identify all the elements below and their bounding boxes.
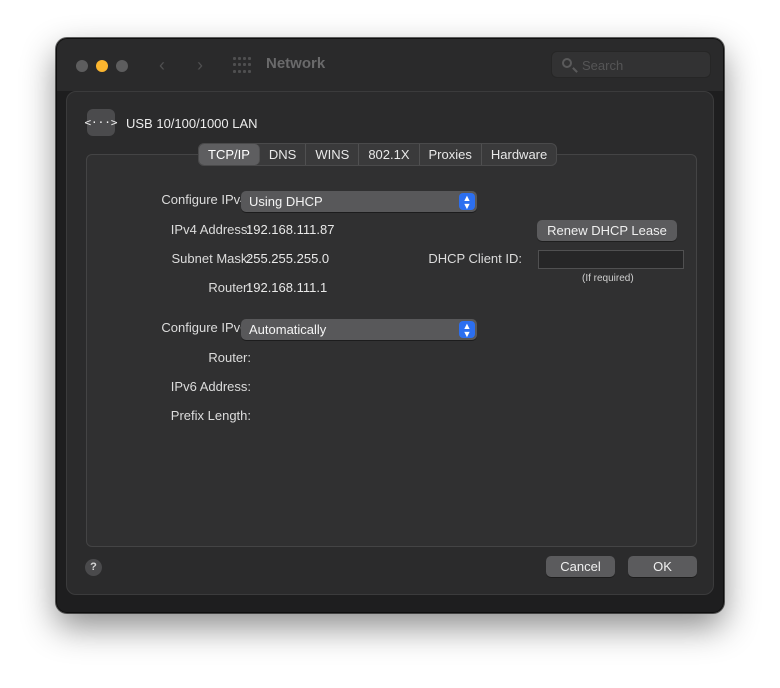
- show-all-grid-icon[interactable]: [233, 57, 251, 74]
- interface-sheet: <···> USB 10/100/1000 LAN TCP/IP DNS WIN…: [66, 91, 714, 595]
- renew-dhcp-lease-button[interactable]: Renew DHCP Lease: [537, 220, 677, 241]
- help-button[interactable]: ?: [85, 559, 102, 576]
- configure-ipv4-label: Configure IPv4:: [161, 192, 251, 207]
- ipv6-address-label: IPv6 Address:: [170, 379, 251, 394]
- search-icon: [562, 58, 572, 68]
- tab-bar: TCP/IP DNS WINS 802.1X Proxies Hardware: [198, 143, 558, 166]
- dhcp-client-id-label: DHCP Client ID:: [428, 251, 522, 266]
- minimize-button[interactable]: [96, 60, 108, 72]
- configure-ipv6-popup[interactable]: Automatically ▲ ▼: [241, 319, 477, 340]
- client-id-hint: (If required): [582, 273, 634, 284]
- configure-ipv4-popup[interactable]: Using DHCP ▲ ▼: [241, 191, 477, 212]
- zoom-button[interactable]: [116, 60, 128, 72]
- titlebar: ‹ › Network Search: [57, 39, 723, 91]
- ipv6-router-label: Router:: [208, 350, 251, 365]
- router-value: 192.168.111.1: [246, 280, 328, 295]
- tab-dns[interactable]: DNS: [260, 144, 307, 165]
- dhcp-client-id-field[interactable]: [538, 250, 684, 269]
- prefix-length-label: Prefix Length:: [170, 408, 251, 423]
- cancel-button[interactable]: Cancel: [546, 556, 615, 577]
- network-window: ‹ › Network Search <···> USB 10/100/1000…: [56, 38, 724, 613]
- tab-wins[interactable]: WINS: [306, 144, 360, 165]
- back-chevron-icon[interactable]: ‹: [159, 56, 165, 74]
- tab-8021x[interactable]: 802.1X: [359, 144, 420, 165]
- tab-tcpip[interactable]: TCP/IP: [199, 144, 260, 165]
- window-title: Network: [266, 55, 326, 72]
- configure-ipv6-label: Configure IPv6:: [161, 320, 251, 335]
- tcpip-panel: [86, 154, 697, 547]
- updown-chevron-icon: ▲ ▼: [459, 321, 475, 339]
- subnet-mask-value: 255.255.255.0: [246, 251, 330, 266]
- ipv4-address-label: IPv4 Address:: [170, 222, 251, 237]
- ipv4-address-value: 192.168.111.87: [246, 222, 335, 237]
- configure-ipv4-value: Using DHCP: [249, 194, 323, 209]
- search-placeholder: Search: [582, 58, 624, 73]
- tab-proxies[interactable]: Proxies: [420, 144, 482, 165]
- configure-ipv6-value: Automatically: [249, 322, 327, 337]
- interface-name: USB 10/100/1000 LAN: [126, 116, 258, 131]
- router-label: Router:: [208, 280, 251, 295]
- ok-button[interactable]: OK: [628, 556, 697, 577]
- subnet-mask-label: Subnet Mask:: [171, 251, 252, 266]
- close-button[interactable]: [76, 60, 88, 72]
- tab-hardware[interactable]: Hardware: [482, 144, 556, 165]
- ethernet-icon: <···>: [84, 109, 118, 136]
- forward-chevron-icon[interactable]: ›: [197, 56, 203, 74]
- search-field[interactable]: Search: [551, 51, 711, 78]
- updown-chevron-icon: ▲ ▼: [459, 193, 475, 211]
